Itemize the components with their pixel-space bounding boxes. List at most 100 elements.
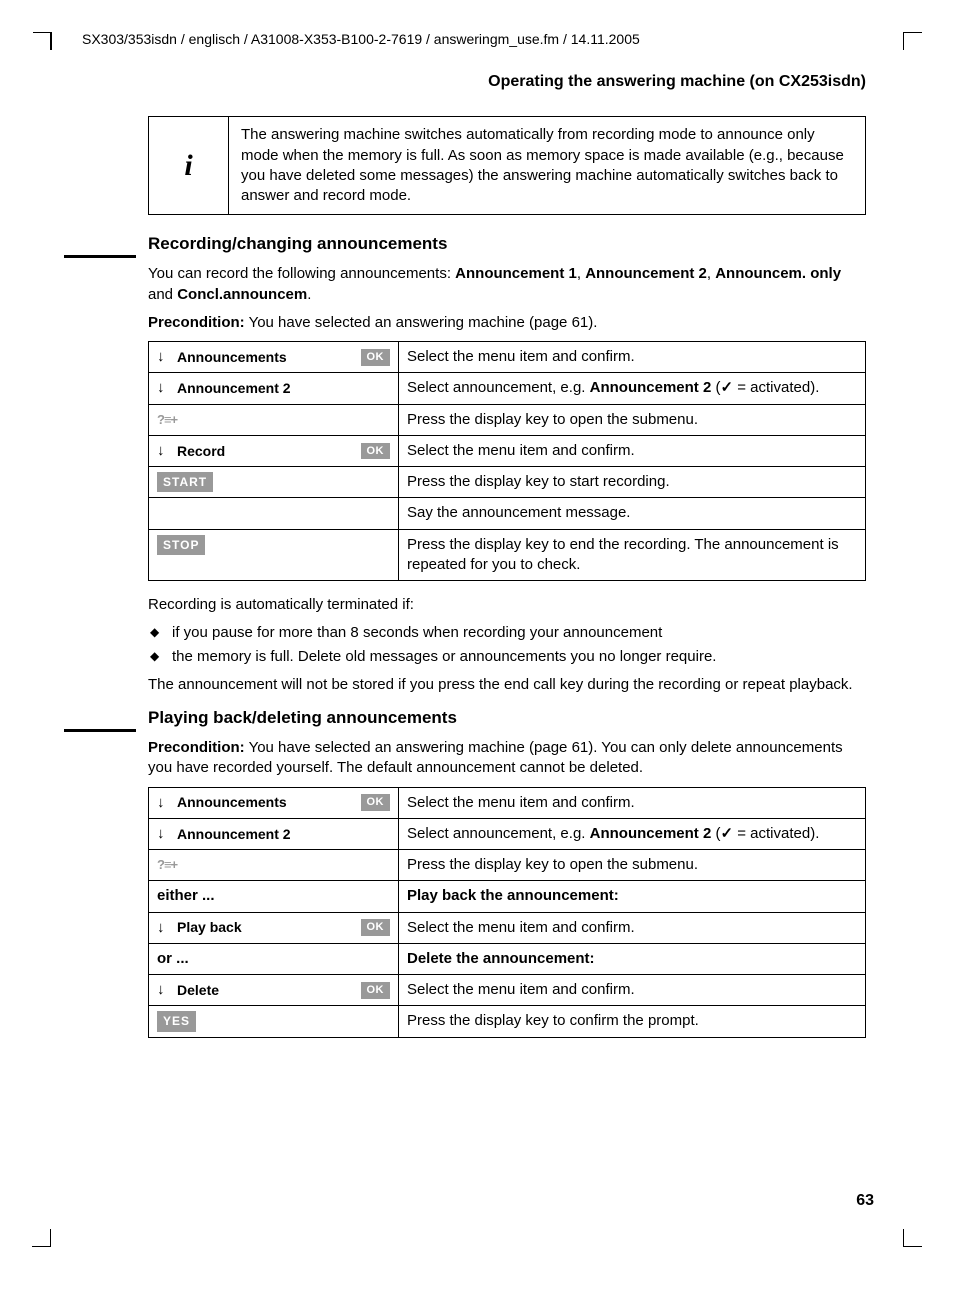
crop-mark-tl xyxy=(50,32,68,50)
precond-text: You have selected an answering machine (… xyxy=(245,314,598,331)
step-key-cell: ↓ Delete OK xyxy=(149,975,399,1006)
intro-text: You can record the following announcemen… xyxy=(148,264,866,305)
step-key-cell: ↓ Announcements OK xyxy=(149,787,399,818)
step-desc-cell: Select announcement, e.g. Announcement 2… xyxy=(399,373,866,404)
key-badge: YES xyxy=(157,1011,196,1031)
step-key-cell: ?≡+ xyxy=(149,850,399,881)
menu-label: Announcements xyxy=(177,348,355,367)
steps-table-2: ↓ Announcements OK Select the menu item and… xyxy=(148,787,866,1038)
step-key-cell: YES xyxy=(149,1006,399,1037)
submenu-icon: ?≡+ xyxy=(157,412,177,427)
menu-label: Play back xyxy=(177,918,355,937)
step-key-cell: STOP xyxy=(149,529,399,581)
ok-badge: OK xyxy=(361,349,391,366)
intro-b2: Announcement 2 xyxy=(585,265,707,282)
precond-label: Precondition: xyxy=(148,314,245,331)
info-text: The answering machine switches automatic… xyxy=(229,117,865,214)
table-row: ↓ Delete OK Select the menu item and confir… xyxy=(149,975,866,1006)
step-desc-cell: Play back the announcement: xyxy=(399,881,866,912)
ok-badge: OK xyxy=(361,982,391,999)
either-or-label: either ... xyxy=(157,887,215,904)
step-desc-cell: Select the menu item and confirm. xyxy=(399,787,866,818)
tail-2: The announcement will not be stored if y… xyxy=(148,675,866,695)
step-desc-cell: Select the menu item and confirm. xyxy=(399,912,866,943)
down-arrow-icon: ↓ xyxy=(157,918,171,938)
step-key-cell: or ... xyxy=(149,943,399,974)
ok-badge: OK xyxy=(361,794,391,811)
menu-label: Record xyxy=(177,442,355,461)
step-key-cell: either ... xyxy=(149,881,399,912)
intro-a: You can record the following announcemen… xyxy=(148,265,455,282)
step-desc-cell: Select the menu item and confirm. xyxy=(399,342,866,373)
page-title: Operating the answering machine (on CX25… xyxy=(148,71,866,93)
step-key-cell xyxy=(149,498,399,529)
precondition-1: Precondition: You have selected an answe… xyxy=(148,313,866,333)
step-key-cell: ?≡+ xyxy=(149,404,399,435)
intro-b3: Announcem. only xyxy=(715,265,841,282)
heading-recording: Recording/changing announcements xyxy=(148,233,866,256)
submenu-icon: ?≡+ xyxy=(157,857,177,872)
intro-b1: Announcement 1 xyxy=(455,265,577,282)
precond-label-2: Precondition: xyxy=(148,739,245,756)
step-key-cell: ↓ Announcements OK xyxy=(149,342,399,373)
key-badge: START xyxy=(157,472,213,492)
table-row: START Press the display key to start reco… xyxy=(149,467,866,498)
step-key-cell: ↓ Announcement 2 xyxy=(149,818,399,849)
down-arrow-icon: ↓ xyxy=(157,347,171,367)
table-row: ↓ Announcements OK Select the menu item and… xyxy=(149,787,866,818)
precond-text-2: You have selected an answering machine (… xyxy=(148,739,843,776)
list-item: if you pause for more than 8 seconds whe… xyxy=(148,623,866,643)
table-row: ↓ Announcement 2 Select announcement, e.g.… xyxy=(149,373,866,404)
down-arrow-icon: ↓ xyxy=(157,793,171,813)
step-desc-cell: Press the display key to end the recordi… xyxy=(399,529,866,581)
info-box: i The answering machine switches automat… xyxy=(148,116,866,215)
menu-label: Announcement 2 xyxy=(177,825,390,844)
precondition-2: Precondition: You have selected an answe… xyxy=(148,738,866,779)
step-desc-cell: Select the menu item and confirm. xyxy=(399,435,866,466)
table-row: ↓ Play back OK Select the menu item and con… xyxy=(149,912,866,943)
table-row: ?≡+ Press the display key to open the sub… xyxy=(149,404,866,435)
step-desc-cell: Select announcement, e.g. Announcement 2… xyxy=(399,818,866,849)
step-desc-cell: Press the display key to start recording… xyxy=(399,467,866,498)
heading-playback: Playing back/deleting announcements xyxy=(148,707,866,730)
step-desc-cell: Press the display key to open the submen… xyxy=(399,404,866,435)
step-key-cell: ↓ Play back OK xyxy=(149,912,399,943)
table-row: STOP Press the display key to end the rec… xyxy=(149,529,866,581)
list-item: the memory is full. Delete old messages … xyxy=(148,647,866,667)
down-arrow-icon: ↓ xyxy=(157,824,171,844)
crop-mark-bl xyxy=(50,1229,68,1247)
step-desc-cell: Press the display key to confirm the pro… xyxy=(399,1006,866,1037)
page-content: Operating the answering machine (on CX25… xyxy=(148,71,866,1038)
crop-mark-br xyxy=(886,1229,904,1247)
table-row: Say the announcement message. xyxy=(149,498,866,529)
table-row: ↓ Announcement 2 Select announcement, e.g.… xyxy=(149,818,866,849)
table-row: either ... Play back the announcement: xyxy=(149,881,866,912)
either-or-label: or ... xyxy=(157,950,189,967)
info-icon: i xyxy=(149,117,229,214)
table-row: ?≡+ Press the display key to open the sub… xyxy=(149,850,866,881)
table-row: or ... Delete the announcement: xyxy=(149,943,866,974)
table-row: YES Press the display key to confirm the … xyxy=(149,1006,866,1037)
step-desc-cell: Delete the announcement: xyxy=(399,943,866,974)
step-desc-cell: Press the display key to open the submen… xyxy=(399,850,866,881)
ok-badge: OK xyxy=(361,443,391,460)
header-path: SX303/353isdn / englisch / A31008-X353-B… xyxy=(82,30,886,49)
ok-badge: OK xyxy=(361,919,391,936)
bullet-list: if you pause for more than 8 seconds whe… xyxy=(148,623,866,667)
menu-label: Announcements xyxy=(177,793,355,812)
intro-b4: Concl.announcem xyxy=(177,286,307,303)
down-arrow-icon: ↓ xyxy=(157,980,171,1000)
step-desc-cell: Select the menu item and confirm. xyxy=(399,975,866,1006)
page-number: 63 xyxy=(856,1190,874,1212)
step-desc-cell: Say the announcement message. xyxy=(399,498,866,529)
menu-label: Announcement 2 xyxy=(177,379,390,398)
tail-1: Recording is automatically terminated if… xyxy=(148,595,866,615)
menu-label: Delete xyxy=(177,981,355,1000)
down-arrow-icon: ↓ xyxy=(157,378,171,398)
steps-table-1: ↓ Announcements OK Select the menu item and… xyxy=(148,341,866,581)
crop-mark-tr xyxy=(886,32,904,50)
table-row: ↓ Record OK Select the menu item and confir… xyxy=(149,435,866,466)
step-key-cell: ↓ Announcement 2 xyxy=(149,373,399,404)
key-badge: STOP xyxy=(157,535,205,555)
down-arrow-icon: ↓ xyxy=(157,441,171,461)
